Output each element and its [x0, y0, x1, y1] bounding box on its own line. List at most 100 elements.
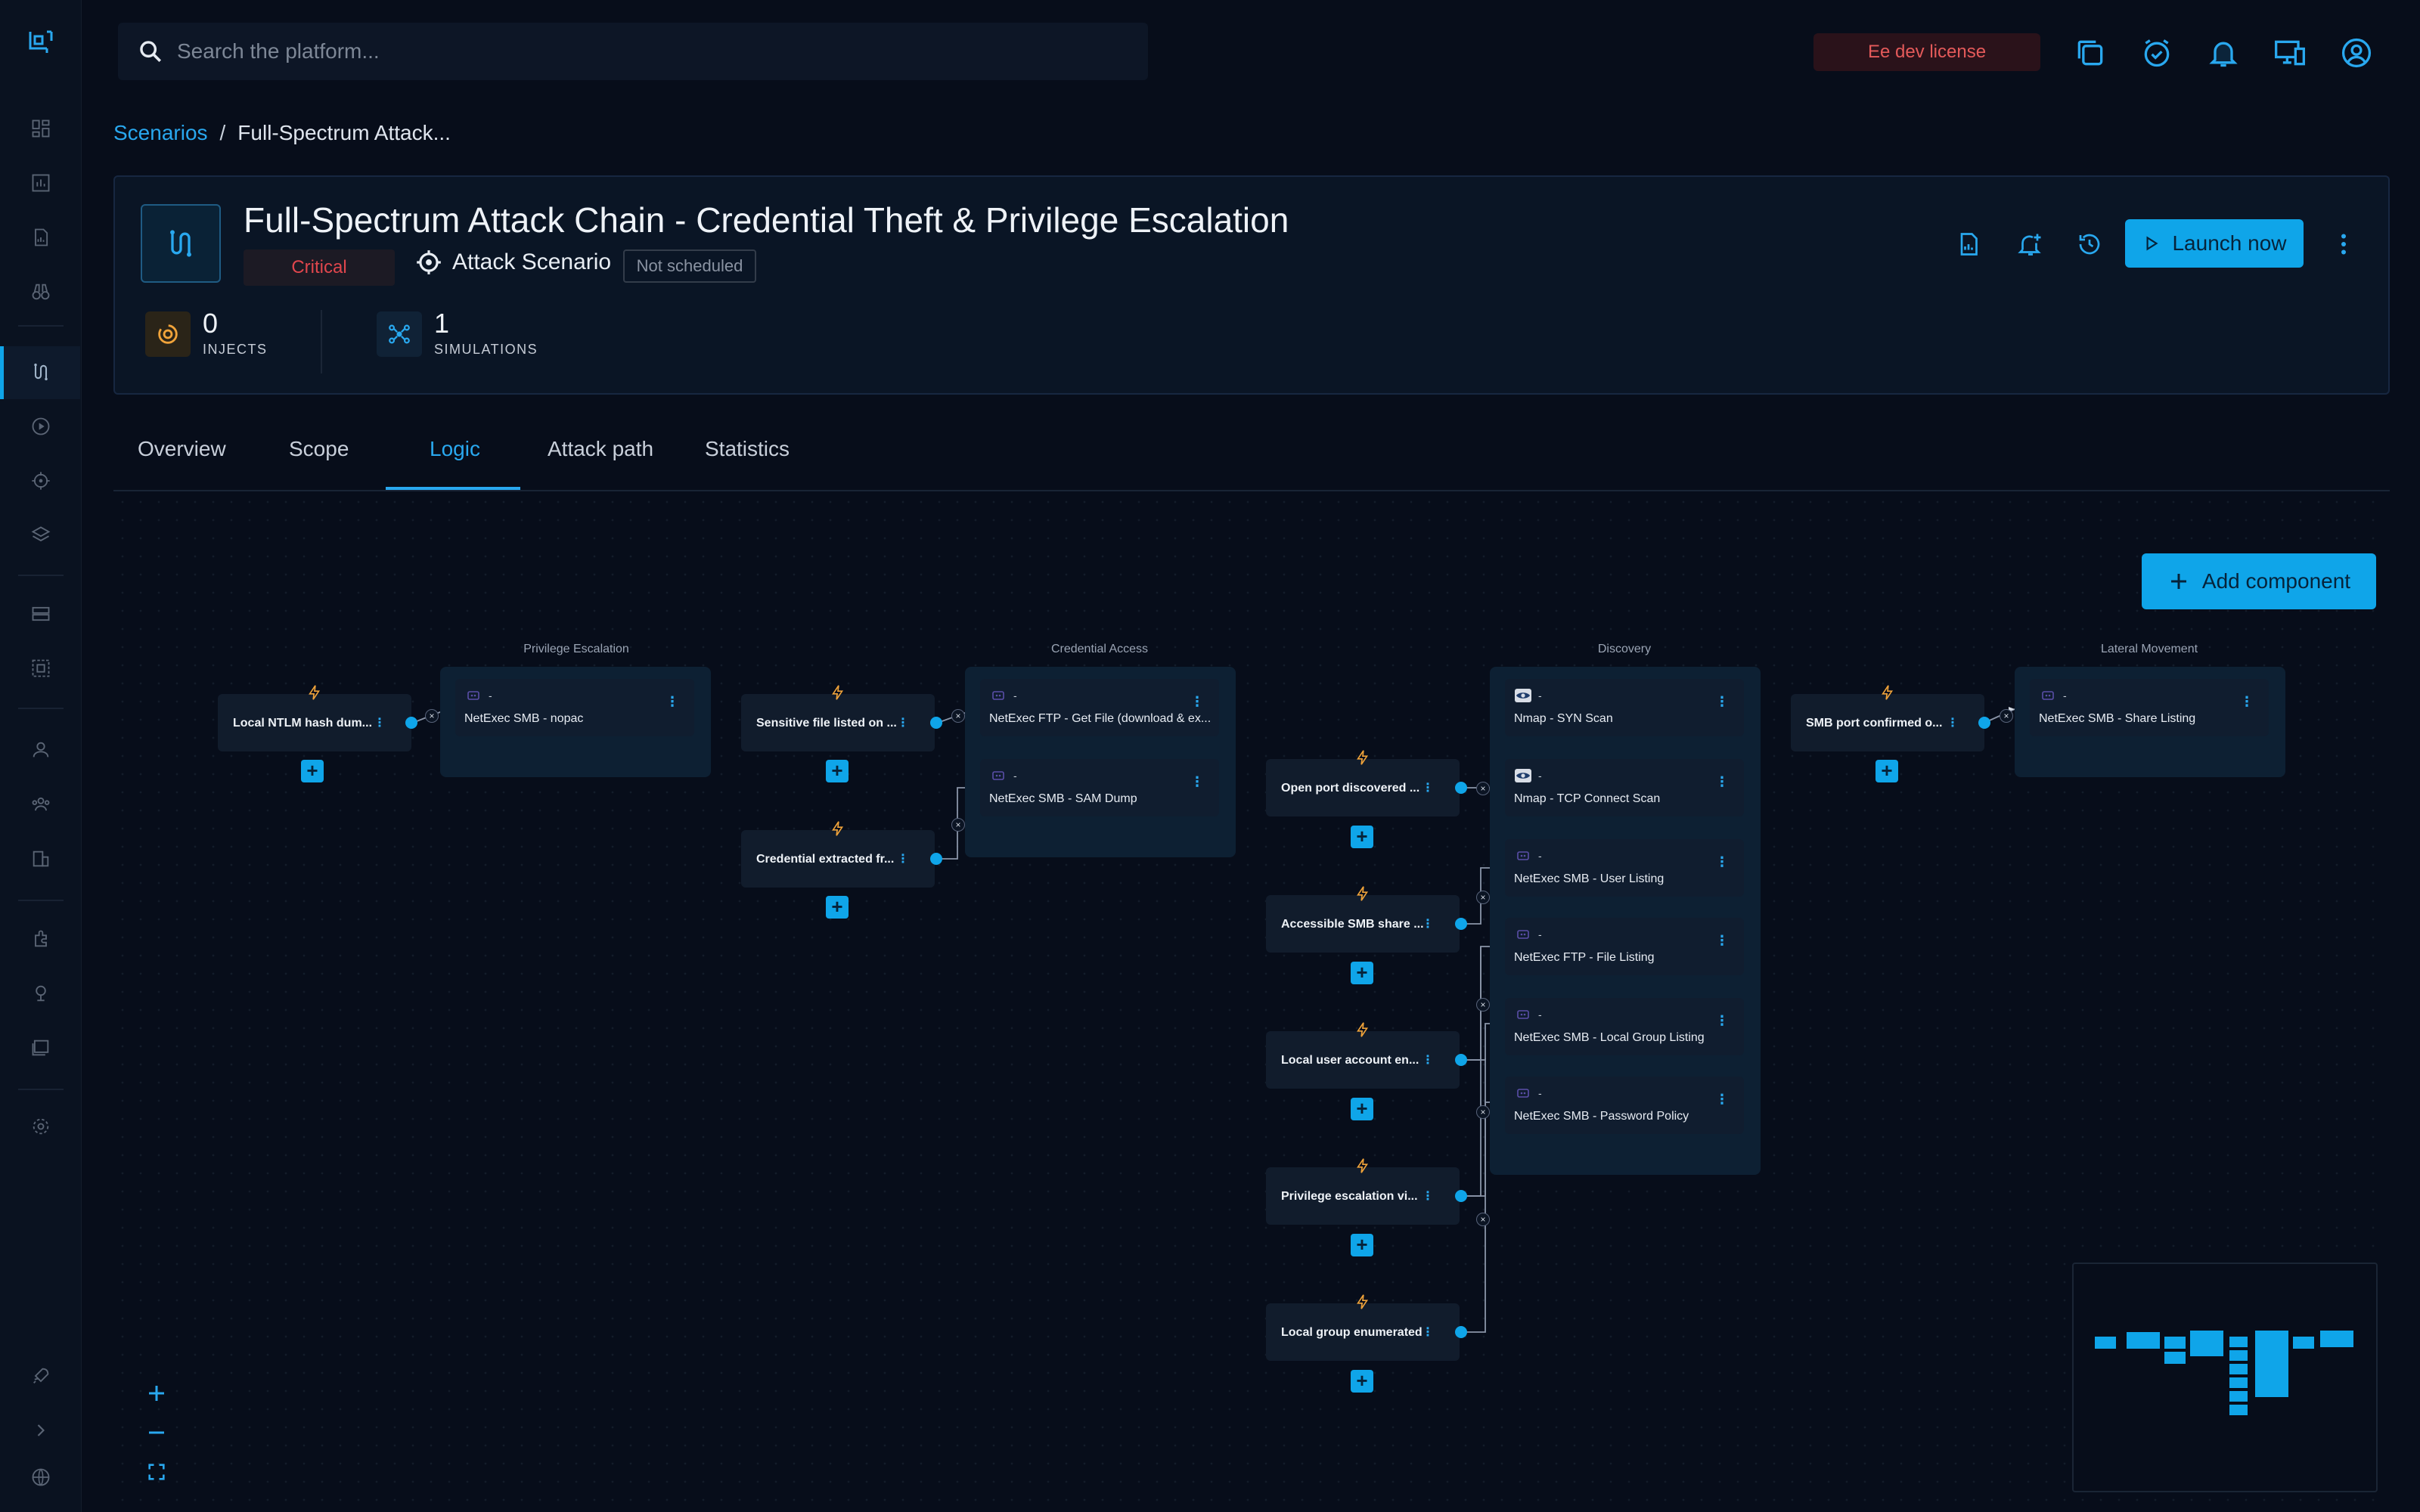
minimap-node [2190, 1331, 2223, 1356]
output-port[interactable] [1455, 1054, 1467, 1066]
condition-label: Sensitive file listed on ... [756, 717, 897, 730]
inject-node[interactable]: - NetExec SMB - SAM Dump ⋮ [980, 759, 1219, 816]
add-inject-button[interactable]: + [1351, 1098, 1373, 1120]
more-vert-icon[interactable]: ⋮ [1947, 715, 1959, 730]
condition-node[interactable]: Privilege escalation vi... ⋮ [1266, 1158, 1460, 1225]
eye-icon [1515, 769, 1531, 782]
remove-link-icon[interactable]: × [951, 818, 965, 832]
inject-label: NetExec SMB - Password Policy [1514, 1110, 1689, 1123]
add-inject-button[interactable]: + [826, 896, 849, 919]
more-vert-icon[interactable]: ⋮ [1422, 916, 1434, 931]
inject-label: NetExec SMB - nopac [464, 712, 584, 725]
condition-node[interactable]: Credential extracted fr... ⋮ [741, 821, 935, 888]
more-vert-icon[interactable]: ⋮ [1715, 694, 1729, 710]
inject-subtitle: - [2063, 689, 2067, 702]
inject-node[interactable]: - NetExec SMB - Password Policy ⋮ [1505, 1077, 1744, 1134]
inject-node[interactable]: - NetExec SMB - nopac ⋮ [455, 679, 694, 736]
inject-subtitle: - [489, 689, 492, 702]
add-inject-button[interactable]: + [301, 760, 324, 782]
remove-link-icon[interactable]: × [2000, 709, 2013, 723]
inject-node[interactable]: - Nmap - SYN Scan ⋮ [1505, 679, 1744, 736]
more-vert-icon[interactable]: ⋮ [1422, 780, 1434, 795]
bolt-icon [832, 821, 844, 836]
inject-node[interactable]: - NetExec FTP - File Listing ⋮ [1505, 918, 1744, 975]
condition-label: Credential extracted fr... [756, 853, 895, 866]
inject-node[interactable]: - NetExec SMB - User Listing ⋮ [1505, 839, 1744, 897]
inject-node[interactable]: - NetExec SMB - Local Group Listing ⋮ [1505, 998, 1744, 1055]
robot-icon [1517, 930, 1529, 939]
output-port[interactable] [1455, 1326, 1467, 1338]
condition-label: Local user account en... [1281, 1054, 1419, 1067]
condition-node[interactable]: Local NTLM hash dum... ⋮ [218, 685, 411, 751]
inject-subtitle: - [1538, 770, 1542, 782]
inject-label: NetExec FTP - Get File (download & ex... [989, 712, 1212, 725]
more-vert-icon[interactable]: ⋮ [1422, 1188, 1434, 1204]
bolt-icon [1357, 886, 1369, 901]
inject-label: Nmap - TCP Connect Scan [1514, 792, 1661, 805]
inject-subtitle: - [1538, 1009, 1542, 1021]
output-port[interactable] [930, 717, 942, 729]
robot-icon [1517, 1010, 1529, 1019]
more-vert-icon[interactable]: ⋮ [1190, 774, 1204, 790]
more-vert-icon[interactable]: ⋮ [1715, 1092, 1729, 1108]
remove-link-icon[interactable]: × [1476, 782, 1490, 795]
inject-label: NetExec SMB - Share Listing [2039, 712, 2196, 725]
more-vert-icon[interactable]: ⋮ [1190, 694, 1204, 710]
minimap[interactable] [2072, 1263, 2378, 1492]
condition-node[interactable]: Local user account en... ⋮ [1266, 1022, 1460, 1089]
inject-subtitle: - [1538, 1087, 1542, 1099]
bolt-icon [1357, 750, 1369, 765]
remove-link-icon[interactable]: × [1476, 1105, 1490, 1119]
inject-subtitle: - [1013, 770, 1017, 782]
remove-link-icon[interactable]: × [951, 709, 965, 723]
add-inject-button[interactable]: + [1351, 1234, 1373, 1256]
remove-link-icon[interactable]: × [1476, 891, 1490, 904]
bolt-icon [309, 685, 321, 700]
condition-node[interactable]: Sensitive file listed on ... ⋮ [741, 685, 935, 751]
output-port[interactable] [405, 717, 417, 729]
more-vert-icon[interactable]: ⋮ [2240, 694, 2254, 710]
inject-label: NetExec SMB - Local Group Listing [1514, 1031, 1705, 1044]
output-port[interactable] [1455, 1190, 1467, 1202]
inject-node[interactable]: - NetExec SMB - Share Listing ⋮ [2030, 679, 2269, 736]
more-vert-icon[interactable]: ⋮ [1715, 854, 1729, 870]
more-vert-icon[interactable]: ⋮ [1715, 1013, 1729, 1029]
eye-icon [1515, 689, 1531, 702]
more-vert-icon[interactable]: ⋮ [897, 715, 909, 730]
condition-node[interactable]: Open port discovered ... ⋮ [1266, 750, 1460, 816]
condition-node[interactable]: Local group enumerated ⋮ [1266, 1294, 1460, 1361]
output-port[interactable] [930, 853, 942, 865]
add-inject-button[interactable]: + [1351, 962, 1373, 984]
condition-node[interactable]: SMB port confirmed o... ⋮ [1791, 685, 1984, 751]
add-inject-button[interactable]: + [826, 760, 849, 782]
condition-node[interactable]: Accessible SMB share ... ⋮ [1266, 886, 1460, 953]
more-vert-icon[interactable]: ⋮ [374, 715, 386, 730]
more-vert-icon[interactable]: ⋮ [1715, 933, 1729, 949]
minimap-node [2229, 1364, 2248, 1374]
inject-label: Nmap - SYN Scan [1514, 712, 1613, 725]
more-vert-icon[interactable]: ⋮ [897, 851, 909, 866]
more-vert-icon[interactable]: ⋮ [1715, 774, 1729, 790]
bolt-icon [832, 685, 844, 700]
inject-node[interactable]: - Nmap - TCP Connect Scan ⋮ [1505, 759, 1744, 816]
output-port[interactable] [1455, 782, 1467, 794]
output-port[interactable] [1978, 717, 1990, 729]
more-vert-icon[interactable]: ⋮ [1422, 1325, 1434, 1340]
remove-link-icon[interactable]: × [1476, 1213, 1490, 1226]
add-inject-button[interactable]: + [1351, 826, 1373, 848]
minimap-node [2229, 1337, 2248, 1347]
zoom-in-icon[interactable] [138, 1374, 175, 1412]
fit-view-icon[interactable] [138, 1453, 175, 1491]
inject-node[interactable]: - NetExec FTP - Get File (download & ex.… [980, 679, 1219, 736]
group-title-discovery: Discovery [1597, 643, 1652, 655]
add-inject-button[interactable]: + [1351, 1370, 1373, 1393]
more-vert-icon[interactable]: ⋮ [1422, 1052, 1434, 1067]
remove-link-icon[interactable]: × [1476, 998, 1490, 1012]
robot-icon [1517, 851, 1529, 860]
bolt-icon [1357, 1158, 1369, 1173]
remove-link-icon[interactable]: × [425, 709, 439, 723]
more-vert-icon[interactable]: ⋮ [666, 694, 679, 710]
output-port[interactable] [1455, 918, 1467, 930]
zoom-out-icon[interactable] [138, 1414, 175, 1452]
add-inject-button[interactable]: + [1876, 760, 1898, 782]
